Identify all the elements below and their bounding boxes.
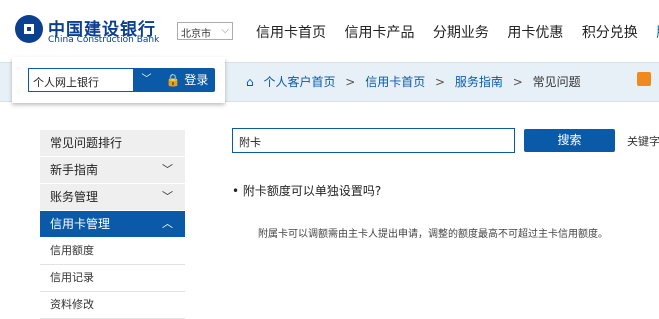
breadcrumb: ⌂ 个人客户首页 > 信用卡首页 > 服务指南 > 常见问题 [246, 73, 581, 90]
breadcrumb-item[interactable]: 服务指南 [455, 75, 503, 89]
sidebar: 常见问题排行 新手指南 ﹀ 账务管理 ﹀ 信用卡管理 ︿ 信用额度 信用记录 资… [40, 130, 185, 319]
nav-item-installment[interactable]: 分期业务 [433, 25, 489, 41]
faq-answer: 附属卡可以调额需由主卡人提出申请，调整的额度最高不可超过主卡信用额度。 [258, 229, 608, 240]
home-icon[interactable]: ⌂ [246, 75, 254, 89]
chevron-down-icon[interactable]: ﹀ [133, 69, 160, 91]
sidebar-item-beginner-guide[interactable]: 新手指南 ﹀ [40, 157, 185, 184]
keyword-label: 关键字 [627, 135, 659, 148]
city-select[interactable]: 北京市 ⌵ [177, 22, 233, 40]
sidebar-item-label: 新手指南 [50, 163, 99, 177]
chevron-down-icon: ⌵ [221, 25, 229, 36]
nav-item-offers[interactable]: 用卡优惠 [507, 25, 563, 41]
sidebar-item-faq-ranking[interactable]: 常见问题排行 [40, 130, 185, 157]
sidebar-item-label: 常见问题排行 [50, 136, 123, 150]
sidebar-subitem-credit-limit[interactable]: 信用额度 [40, 238, 185, 265]
user-icon[interactable] [637, 72, 651, 86]
sidebar-subitem-credit-record[interactable]: 信用记录 [40, 265, 185, 292]
sidebar-item-card-management[interactable]: 信用卡管理 ︿ [40, 211, 185, 238]
bullet-icon: • [232, 184, 240, 198]
breadcrumb-item[interactable]: 个人客户首页 [263, 75, 335, 89]
breadcrumb-item[interactable]: 信用卡首页 [365, 75, 425, 89]
breadcrumb-separator: > [512, 75, 523, 89]
chevron-down-icon: ﹀ [162, 163, 173, 176]
chevron-down-icon: ﹀ [162, 190, 173, 203]
sidebar-item-label: 账务管理 [50, 190, 99, 204]
nav-item-products[interactable]: 信用卡产品 [344, 25, 414, 41]
login-panel: 个人网上银行 ﹀ 🔒 登录 [12, 57, 225, 103]
sidebar-subitem-profile-edit[interactable]: 资料修改 [40, 292, 185, 319]
chevron-up-icon: ︿ [162, 217, 173, 230]
ccb-logo-icon [15, 15, 43, 43]
search-button[interactable]: 搜索 [524, 129, 615, 152]
breadcrumb-separator: > [435, 75, 446, 89]
site-header: 中国建设银行 China Construction Bank 北京市 ⌵ 信用卡… [0, 0, 659, 62]
main-nav: 信用卡首页 信用卡产品 分期业务 用卡优惠 积分兑换 服务 [256, 22, 659, 42]
breadcrumb-current: 常见问题 [532, 75, 581, 89]
sidebar-item-account-management[interactable]: 账务管理 ﹀ [40, 184, 185, 211]
faq-question-text: 附卡额度可以单独设置吗? [242, 184, 382, 198]
lock-icon: 🔒 [165, 73, 181, 87]
brand-name-en: China Construction Bank [48, 35, 160, 45]
search-input[interactable]: 附卡 [232, 128, 515, 153]
login-button-label: 登录 [184, 73, 209, 87]
login-button[interactable]: 🔒 登录 [159, 68, 215, 92]
sidebar-item-label: 信用卡管理 [50, 217, 111, 231]
nav-item-points[interactable]: 积分兑换 [582, 25, 638, 41]
login-channel-value: 个人网上银行 [33, 76, 99, 89]
nav-item-home[interactable]: 信用卡首页 [256, 25, 326, 41]
faq-question[interactable]: • 附卡额度可以单独设置吗? [232, 182, 381, 199]
breadcrumb-separator: > [345, 75, 356, 89]
city-value: 北京市 [181, 29, 211, 40]
login-channel-select[interactable]: 个人网上银行 ﹀ [28, 68, 161, 92]
